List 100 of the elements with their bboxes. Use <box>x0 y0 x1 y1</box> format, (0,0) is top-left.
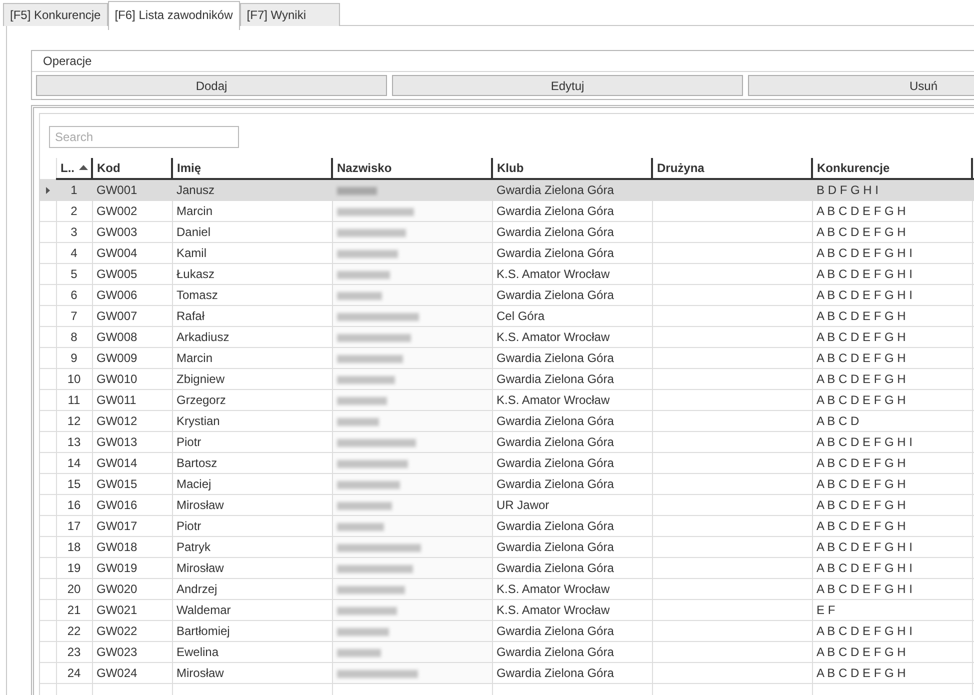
action-button[interactable]: Usuń <box>748 75 974 96</box>
table-cell: K.S. Amator Wrocław <box>492 326 652 348</box>
table-cell: Rafał <box>172 306 332 326</box>
table-cell: 24 <box>56 662 92 684</box>
table-cell: A B C D E F G H I <box>812 284 972 306</box>
table-cell: GW014 <box>92 452 172 474</box>
table-cell: UR Jawor <box>492 494 652 516</box>
blurred-text <box>336 250 398 258</box>
table-row[interactable]: 7 GW007 Rafał Cel Góra A B C D E F G H <box>40 306 974 326</box>
table-cell: Gwardia Zielona Góra <box>492 558 652 578</box>
table-cell: Gwardia Zielona Góra <box>492 620 652 642</box>
table-cell: Patryk <box>172 536 332 558</box>
table-cell: Tomasz <box>172 284 332 306</box>
search-field[interactable]: Search <box>49 126 239 148</box>
table-cell: A B C D E F G H <box>812 390 972 410</box>
table-row[interactable]: 10 GW010 Zbigniew Gwardia Zielona Góra A B C D E F G H <box>40 368 974 390</box>
table-cell: A B C D E F G H I <box>812 264 972 284</box>
blurred-text <box>336 354 402 363</box>
table-cell: GW003 <box>92 222 172 242</box>
table-cell: Gwardia Zielona Góra <box>492 432 652 452</box>
table-row[interactable]: 8 GW008 Arkadiusz K.S. Amator Wrocław A B C D E F G H <box>40 326 974 348</box>
table-cell: A B C D E F G H <box>812 348 972 368</box>
table-cell: A B C D E F G H <box>812 642 972 662</box>
table-row[interactable]: 22 GW022 Bartłomiej Gwardia Zielona Góra A B C D E F G H I <box>40 620 974 642</box>
table-cell: 3 <box>56 222 92 242</box>
table-row[interactable]: 2 GW002 Marcin Gwardia Zielona Góra A B C D E F G H <box>40 200 974 222</box>
table-row[interactable]: 9 GW009 Marcin Gwardia Zielona Góra A B C D E F G H <box>40 348 974 368</box>
blurred-text <box>336 648 380 657</box>
table-row[interactable]: 18 GW018 Patryk Gwardia Zielona Góra A B C D E F G H I <box>40 536 974 558</box>
group-title: Operacje <box>32 51 974 72</box>
table-cell: 4 <box>56 242 92 264</box>
table-cell: 9 <box>56 348 92 368</box>
table-row[interactable]: 24 GW024 Mirosław Gwardia Zielona Góra A B C D E F G H <box>40 662 974 684</box>
blurred-text <box>336 586 404 594</box>
blurred-text <box>336 460 408 468</box>
action-button[interactable]: Edytuj <box>392 75 743 96</box>
table-cell: K.S. Amator Wrocław <box>492 578 652 600</box>
table-row[interactable]: 5 GW005 Łukasz K.S. Amator Wrocław A B C D E F G H I <box>40 264 974 284</box>
table-cell: Kamil <box>172 242 332 264</box>
table-cell: Gwardia Zielona Góra <box>492 474 652 494</box>
blurred-text <box>336 522 384 531</box>
table-cell: Gwardia Zielona Góra <box>492 536 652 558</box>
table-cell: 20 <box>56 578 92 600</box>
blurred-text <box>336 418 378 426</box>
table-row[interactable]: 15 GW015 Maciej Gwardia Zielona Góra A B C D E F G H <box>40 474 974 494</box>
table-cell: GW022 <box>92 620 172 642</box>
table-row[interactable]: 20 GW020 Andrzej K.S. Amator Wrocław A B C D E F G H I <box>40 578 974 600</box>
table-cell: Gwardia Zielona Góra <box>492 452 652 474</box>
table-row[interactable]: 1 GW001 Janusz Gwardia Zielona Góra B D F G H I <box>40 179 974 200</box>
table-cell: Gwardia Zielona Góra <box>492 516 652 536</box>
table-cell: GW015 <box>92 474 172 494</box>
table-cell: GW024 <box>92 662 172 684</box>
table-cell: A B C D E F G H I <box>812 536 972 558</box>
blurred-text <box>336 480 400 489</box>
action-button[interactable]: Dodaj <box>36 75 387 96</box>
table-row[interactable]: 19 GW019 Mirosław Gwardia Zielona Góra A B C D E F G H I <box>40 558 974 578</box>
table-cell: E F <box>812 600 972 620</box>
table-cell: 17 <box>56 516 92 536</box>
tab[interactable]: [F7] Wyniki <box>240 3 340 26</box>
table-cell: 2 <box>56 200 92 222</box>
table-cell: A B C D <box>812 410 972 432</box>
table-row[interactable]: 17 GW017 Piotr Gwardia Zielona Góra A B C D E F G H <box>40 516 974 536</box>
table-cell: Gwardia Zielona Góra <box>492 368 652 390</box>
tab[interactable]: [F6] Lista zawodników <box>108 1 240 30</box>
table-row[interactable]: 13 GW013 Piotr Gwardia Zielona Góra A B C D E F G H I <box>40 432 974 452</box>
table-cell: GW019 <box>92 558 172 578</box>
table-cell: Arkadiusz <box>172 326 332 348</box>
table-cell: Marcin <box>172 200 332 222</box>
blurred-text <box>336 186 376 195</box>
table-row[interactable]: 14 GW014 Bartosz Gwardia Zielona Góra A B C D E F G H <box>40 452 974 474</box>
table-cell: Piotr <box>172 432 332 452</box>
blurred-text <box>336 396 386 405</box>
tab[interactable]: [F5] Konkurencje <box>3 3 108 26</box>
table-cell: Maciej <box>172 474 332 494</box>
table-cell: 12 <box>56 410 92 432</box>
table-row[interactable]: 21 GW021 Waldemar K.S. Amator Wrocław E F <box>40 600 974 620</box>
table-cell: 23 <box>56 642 92 662</box>
table-cell: Zbigniew <box>172 368 332 390</box>
table-cell: 8 <box>56 326 92 348</box>
table-cell: A B C D E F G H <box>812 200 972 222</box>
table-cell: GW002 <box>92 200 172 222</box>
table-cell: 6 <box>56 284 92 306</box>
table-cell: B D F G H I <box>812 179 972 200</box>
current-row-icon <box>46 186 50 194</box>
table-row[interactable]: 6 GW006 Tomasz Gwardia Zielona Góra A B C D E F G H I <box>40 284 974 306</box>
table-cell: Gwardia Zielona Góra <box>492 222 652 242</box>
table-cell: 16 <box>56 494 92 516</box>
table-row[interactable]: 16 GW016 Mirosław UR Jawor A B C D E F G H <box>40 494 974 516</box>
table-cell: Andrzej <box>172 578 332 600</box>
table-cell: Bartłomiej <box>172 620 332 642</box>
table-cell: A B C D E F G H I <box>812 620 972 642</box>
table-row[interactable]: 23 GW023 Ewelina Gwardia Zielona Góra A B C D E F G H <box>40 642 974 662</box>
table-row[interactable]: 11 GW011 Grzegorz K.S. Amator Wrocław A B C D E F G H <box>40 390 974 410</box>
table-cell: Mirosław <box>172 494 332 516</box>
table-row[interactable]: 3 GW003 Daniel Gwardia Zielona Góra A B C D E F G H <box>40 222 974 242</box>
table-cell: A B C D E F G H <box>812 494 972 516</box>
table-row[interactable]: 4 GW004 Kamil Gwardia Zielona Góra A B C D E F G H I <box>40 242 974 264</box>
table-cell: Janusz <box>172 179 332 200</box>
table-cell: GW012 <box>92 410 172 432</box>
table-row[interactable]: 12 GW012 Krystian Gwardia Zielona Góra A B C D <box>40 410 974 432</box>
